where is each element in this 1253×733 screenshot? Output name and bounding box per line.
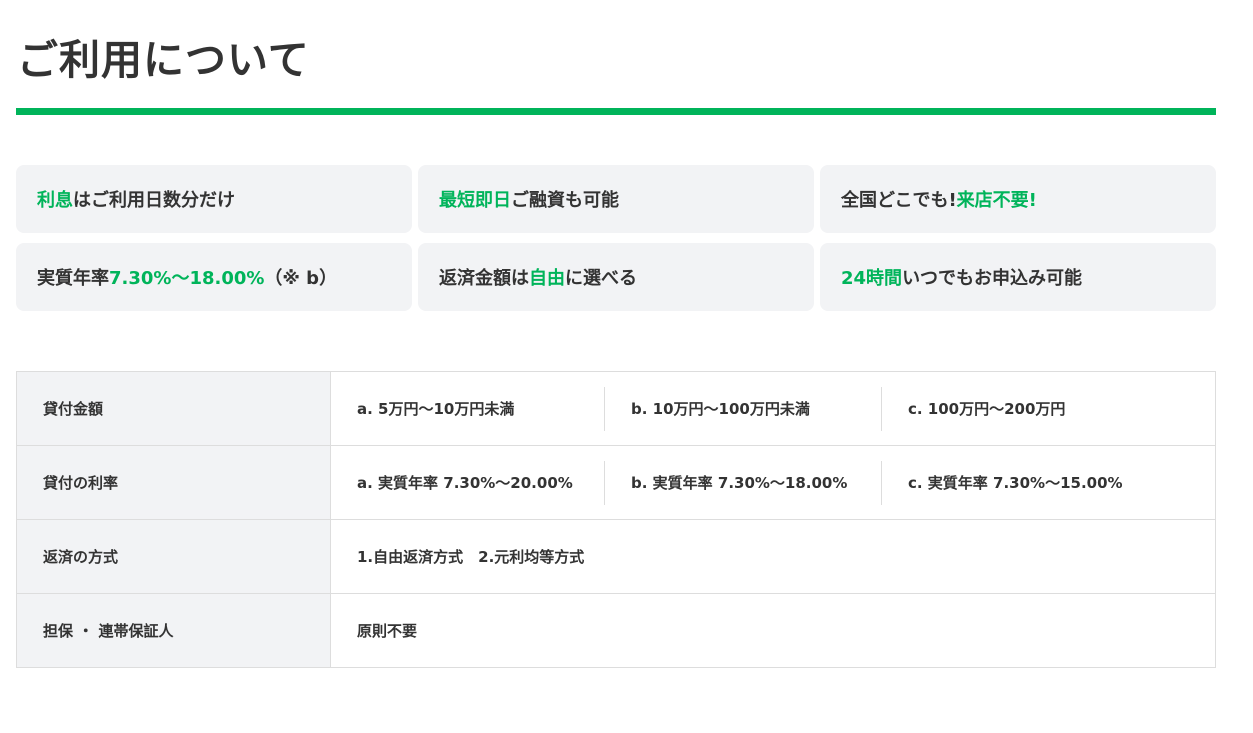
- table-row: 貸付金額 a. 5万円〜10万円未満 b. 10万円〜100万円未満 c. 10…: [16, 371, 1216, 446]
- feature-text-pre: 全国どこでも!: [841, 190, 957, 211]
- row-value: a. 実質年率 7.30%〜20.00% b. 実質年率 7.30%〜18.00…: [330, 445, 1216, 520]
- feature-card-no-visit: 全国どこでも! 来店不要!: [820, 165, 1216, 233]
- feature-text-post: はご利用日数分だけ: [73, 190, 235, 211]
- feature-text-post: （※ b）: [264, 268, 338, 289]
- feature-grid: 利息 はご利用日数分だけ 最短即日 ご融資も可能 全国どこでも! 来店不要! 実質年率…: [16, 165, 1216, 311]
- page-title: ご利用について: [17, 36, 310, 84]
- table-row: 返済の方式 1.自由返済方式 2.元利均等方式: [16, 519, 1216, 594]
- feature-text-post: いつでもお申込み可能: [902, 268, 1083, 289]
- loan-info-table: 貸付金額 a. 5万円〜10万円未満 b. 10万円〜100万円未満 c. 10…: [16, 371, 1216, 668]
- table-cell: c. 100万円〜200万円: [908, 400, 1066, 418]
- feature-card-rate: 実質年率 7.30%〜18.00% （※ b）: [16, 243, 412, 311]
- table-cell: b. 10万円〜100万円未満: [605, 386, 882, 431]
- table-cell: b. 実質年率 7.30%〜18.00%: [605, 460, 882, 505]
- row-label-collateral: 担保 ・ 連帯保証人: [16, 593, 331, 668]
- feature-card-24h: 24時間 いつでもお申込み可能: [820, 243, 1216, 311]
- feature-highlight: 24時間: [841, 268, 903, 289]
- row-value: 原則不要: [330, 593, 1216, 668]
- title-underline: [16, 108, 1216, 115]
- feature-card-same-day: 最短即日 ご融資も可能: [418, 165, 814, 233]
- feature-text-pre: 実質年率: [37, 268, 109, 289]
- feature-highlight: 来店不要!: [956, 190, 1037, 211]
- row-value: 1.自由返済方式 2.元利均等方式: [330, 519, 1216, 594]
- table-cell: 1.自由返済方式 2.元利均等方式: [357, 548, 585, 566]
- row-label-repayment-method: 返済の方式: [16, 519, 331, 594]
- table-row: 貸付の利率 a. 実質年率 7.30%〜20.00% b. 実質年率 7.30%…: [16, 445, 1216, 520]
- feature-highlight: 自由: [529, 268, 565, 289]
- row-label-loan-amount: 貸付金額: [16, 371, 331, 446]
- feature-text-pre: 返済金額は: [439, 268, 529, 289]
- table-cell: 原則不要: [357, 622, 418, 640]
- feature-highlight: 最短即日: [439, 190, 511, 211]
- table-cell: a. 5万円〜10万円未満: [331, 386, 605, 431]
- feature-card-repayment: 返済金額は 自由 に選べる: [418, 243, 814, 311]
- feature-highlight: 利息: [37, 190, 73, 211]
- feature-highlight: 7.30%〜18.00%: [109, 268, 265, 289]
- table-cell: c. 実質年率 7.30%〜15.00%: [908, 474, 1123, 492]
- feature-card-interest: 利息 はご利用日数分だけ: [16, 165, 412, 233]
- feature-text-post: に選べる: [565, 268, 637, 289]
- row-value: a. 5万円〜10万円未満 b. 10万円〜100万円未満 c. 100万円〜2…: [330, 371, 1216, 446]
- table-cell: a. 実質年率 7.30%〜20.00%: [331, 460, 605, 505]
- feature-text-post: ご融資も可能: [511, 190, 619, 211]
- row-label-interest-rate: 貸付の利率: [16, 445, 331, 520]
- table-row: 担保 ・ 連帯保証人 原則不要: [16, 593, 1216, 668]
